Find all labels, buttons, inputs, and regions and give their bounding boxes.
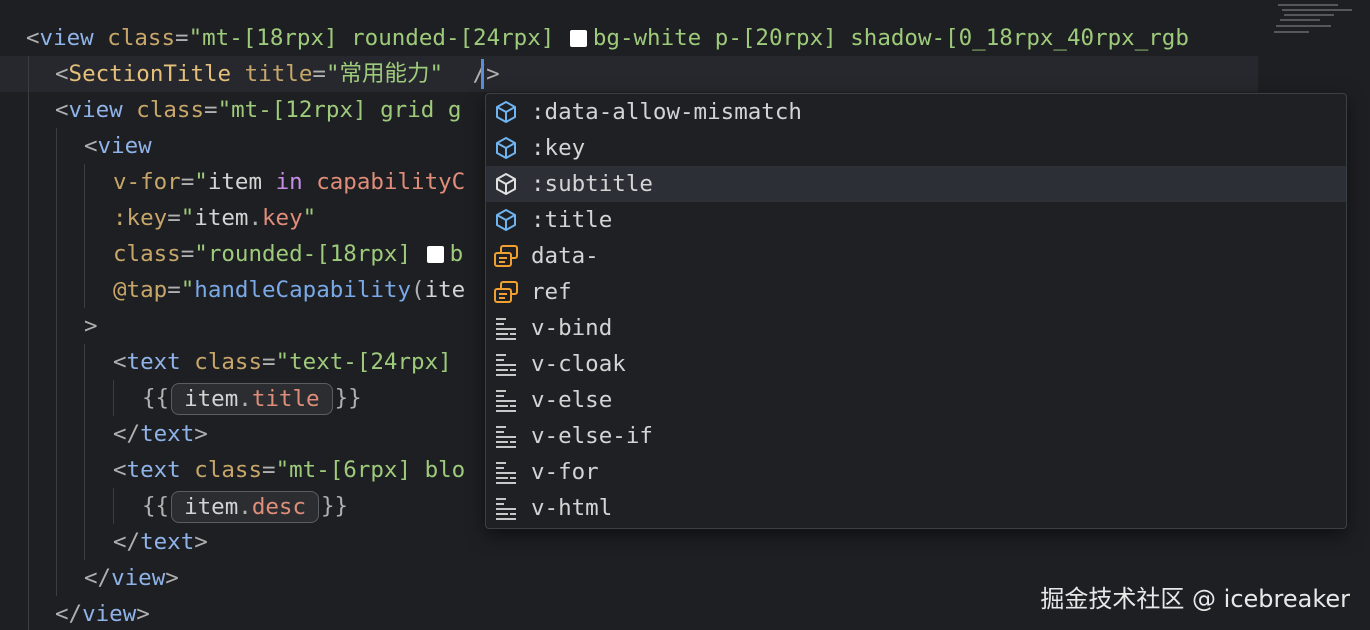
interpolation-hint[interactable]: item.title [171, 382, 333, 415]
suggestion-label: v-else-if [531, 423, 653, 449]
suggestion-item[interactable]: ref [486, 274, 1346, 310]
suggestion-label: :title [531, 207, 613, 233]
keyword-icon [491, 457, 521, 487]
keyword-icon [491, 493, 521, 523]
color-swatch-white[interactable] [426, 246, 444, 263]
suggestion-label: v-cloak [531, 351, 626, 377]
code-line-17[interactable]: </view> [0, 596, 150, 630]
suggestion-item[interactable]: v-else [486, 382, 1346, 418]
code-line-14[interactable]: {{item.desc}} [0, 488, 348, 524]
suggestion-item[interactable]: v-cloak [486, 346, 1346, 382]
keyword-icon [491, 349, 521, 379]
suggestion-item[interactable]: :title [486, 202, 1346, 238]
snippet-icon [491, 241, 521, 271]
keyword-icon [491, 313, 521, 343]
suggestion-item[interactable]: v-for [486, 454, 1346, 490]
field-icon [491, 97, 521, 127]
minimap[interactable] [1260, 0, 1370, 40]
color-swatch-white[interactable] [569, 30, 587, 47]
field-icon [491, 205, 521, 235]
suggestion-item[interactable]: data- [486, 238, 1346, 274]
field-icon [491, 133, 521, 163]
suggestion-item[interactable]: :data-allow-mismatch [486, 94, 1346, 130]
suggestion-label: ref [531, 279, 572, 305]
autocomplete-suggestions[interactable]: :data-allow-mismatch :key :subtitle :title d… [485, 93, 1347, 529]
suggestion-item[interactable]: v-html [486, 490, 1346, 526]
code-line-5[interactable]: v-for="item in capabilityC [0, 164, 465, 200]
code-line-3[interactable]: <view class="mt-[12rpx] grid g [0, 92, 461, 128]
code-line-9[interactable]: > [0, 308, 98, 344]
code-line-8[interactable]: @tap="handleCapability(ite [0, 272, 465, 308]
suggestion-label: v-bind [531, 315, 613, 341]
code-line-11[interactable]: {{item.title}} [0, 380, 362, 416]
code-line-1[interactable]: <view class="mt-[18rpx] rounded-[24rpx] … [26, 20, 1189, 56]
suggestion-item[interactable]: :key [486, 130, 1346, 166]
suggestion-item[interactable]: v-else-if [486, 418, 1346, 454]
suggestion-label: v-for [531, 459, 599, 485]
indent-guide [28, 56, 29, 92]
suggestion-label: v-html [531, 495, 613, 521]
interpolation-hint[interactable]: item.desc [171, 490, 320, 523]
keyword-icon [491, 421, 521, 451]
suggestion-label: data- [531, 243, 599, 269]
code-line-16[interactable]: </view> [0, 560, 179, 596]
suggestion-label: :key [531, 135, 586, 161]
code-line-12[interactable]: </text> [0, 416, 208, 452]
keyword-icon [491, 385, 521, 415]
code-line-15[interactable]: </text> [0, 524, 208, 560]
code-line-6[interactable]: :key="item.key" [0, 200, 316, 236]
code-line-13[interactable]: <text class="mt-[6rpx] blo [0, 452, 465, 488]
suggestion-label: :subtitle [531, 171, 653, 197]
field-icon [491, 169, 521, 199]
code-line-2[interactable]: <SectionTitle title="常用能力" /> [0, 56, 500, 92]
suggestion-label: v-else [531, 387, 613, 413]
suggestion-item[interactable]: :subtitle [486, 166, 1346, 202]
code-line-10[interactable]: <text class="text-[24rpx] [0, 344, 465, 380]
code-line-4[interactable]: <view [0, 128, 152, 164]
suggestion-item[interactable]: v-bind [486, 310, 1346, 346]
text-cursor [481, 59, 484, 89]
suggestion-label: :data-allow-mismatch [531, 99, 802, 125]
snippet-icon [491, 277, 521, 307]
code-line-7[interactable]: class="rounded-[18rpx] b [0, 236, 463, 272]
watermark: 掘金技术社区 @ icebreaker [1040, 585, 1350, 613]
